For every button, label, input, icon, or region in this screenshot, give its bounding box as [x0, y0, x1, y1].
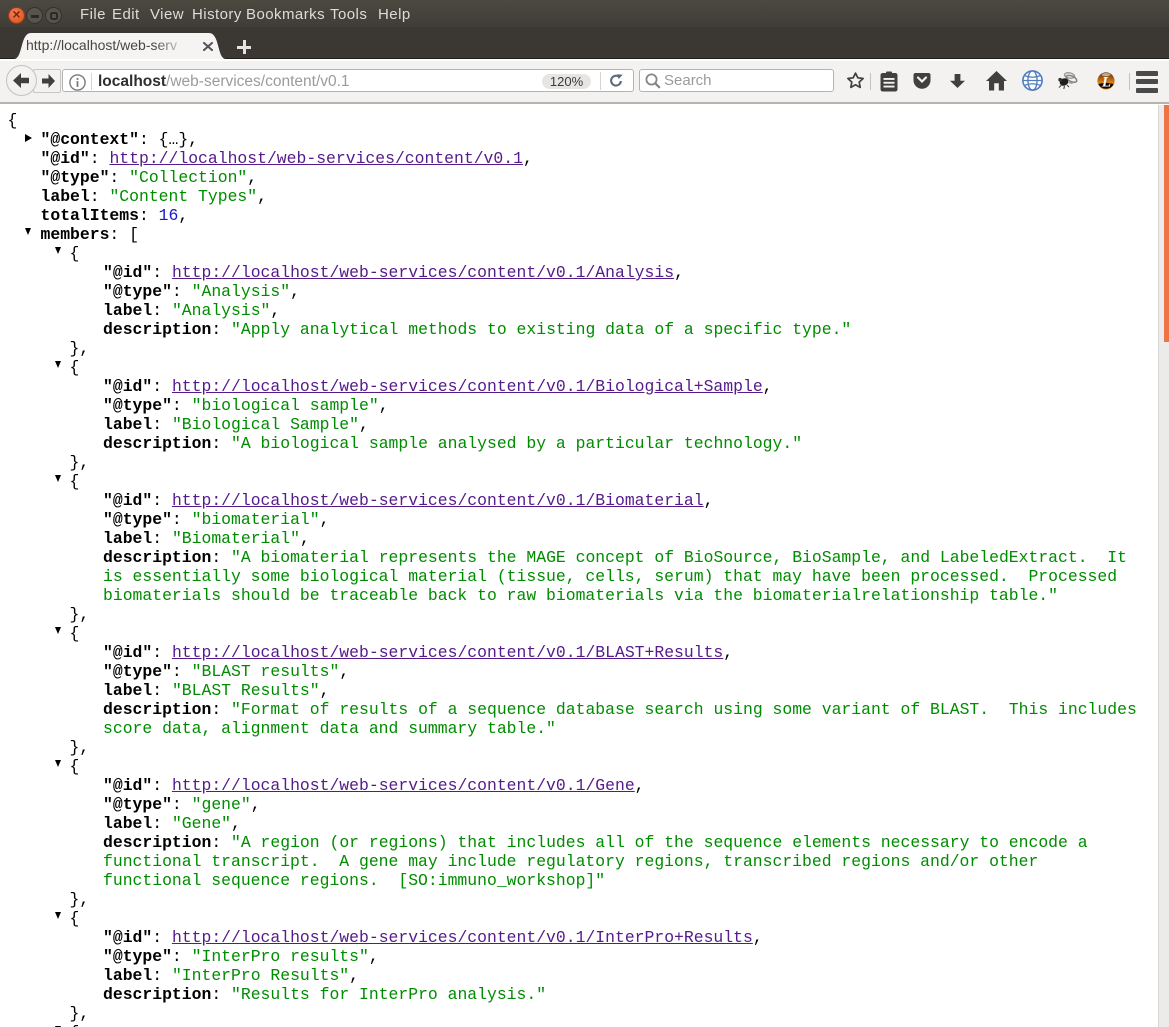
- svg-text:L: L: [1101, 75, 1111, 91]
